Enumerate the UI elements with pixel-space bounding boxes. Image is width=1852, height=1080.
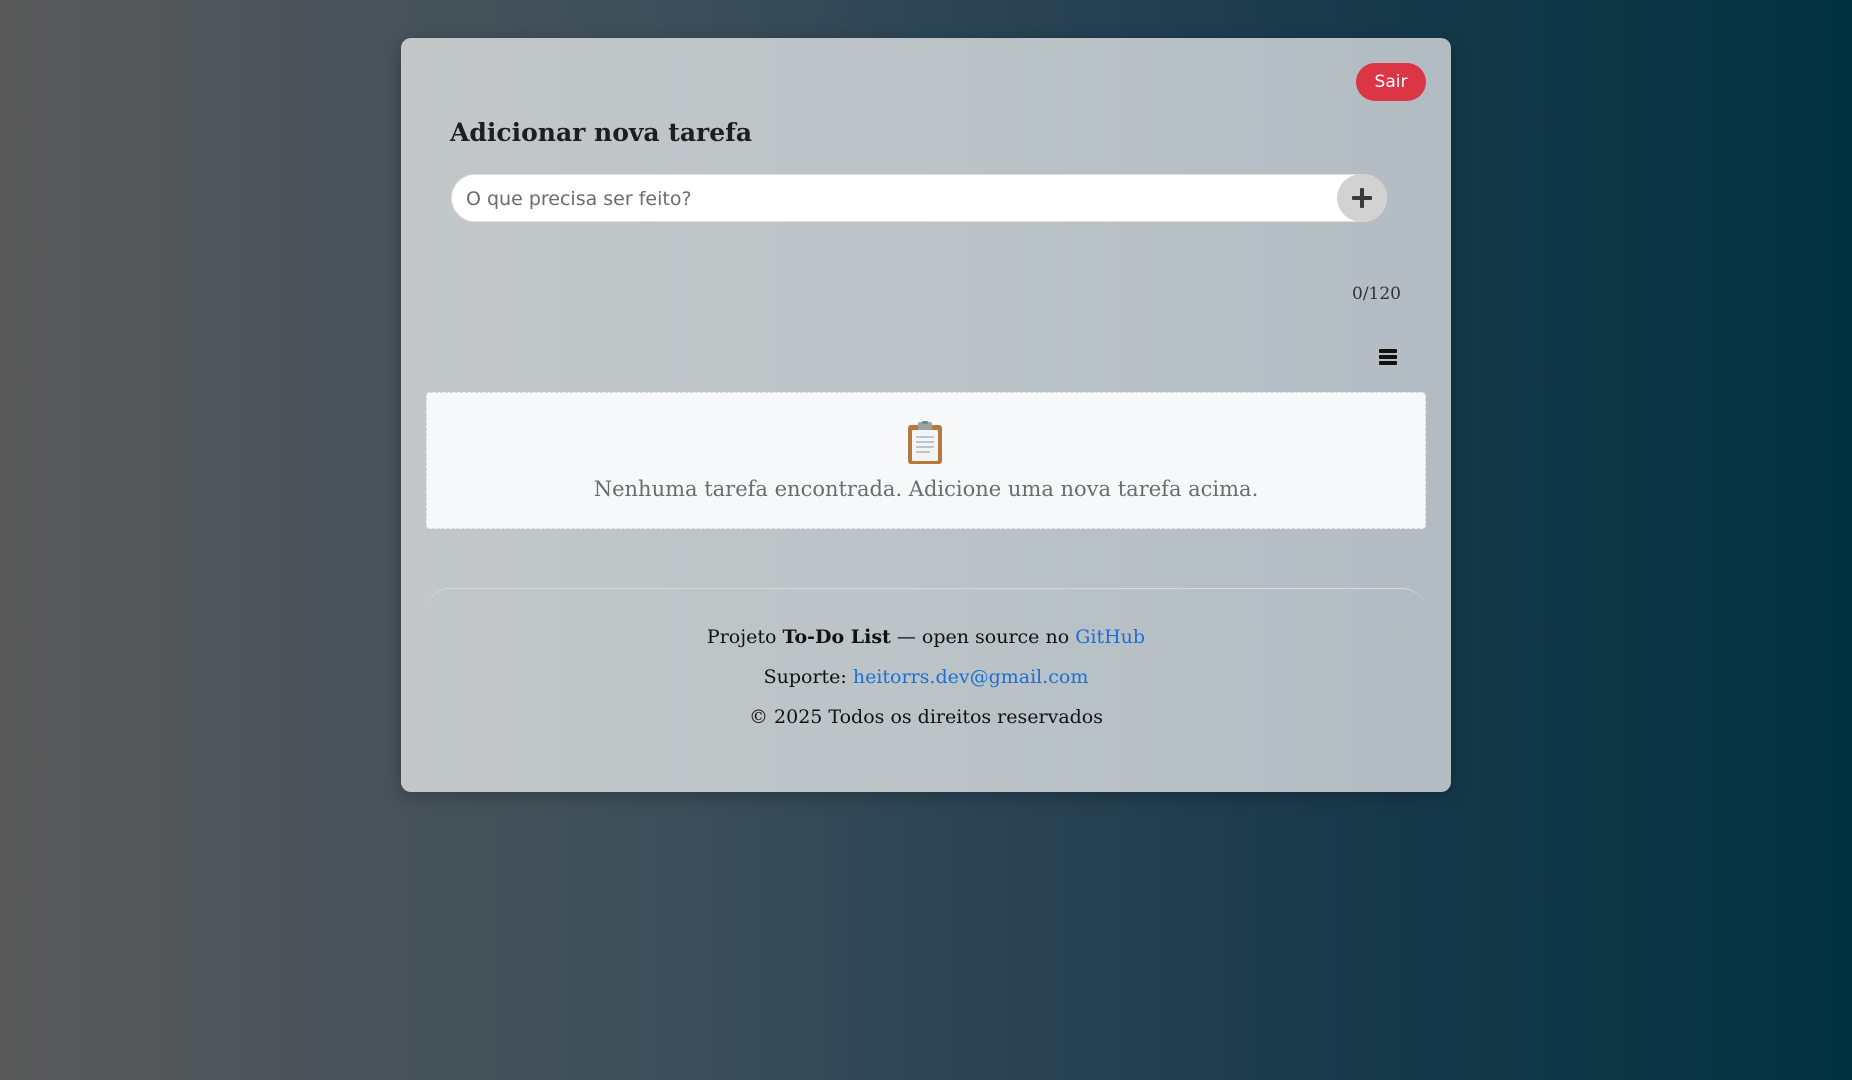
add-task-button[interactable] — [1337, 174, 1387, 222]
footer-support-line: Suporte: heitorrs.dev@gmail.com — [426, 666, 1426, 688]
footer-project-middle: — open source no — [896, 626, 1070, 648]
plus-icon — [1352, 188, 1372, 208]
task-input[interactable] — [464, 175, 1328, 223]
menu-button[interactable] — [1379, 349, 1397, 365]
footer-support-prefix: Suporte: — [763, 666, 847, 688]
empty-state: Nenhuma tarefa encontrada. Adicione uma … — [426, 392, 1426, 529]
add-task-form — [451, 174, 1387, 223]
github-link[interactable]: GitHub — [1075, 626, 1145, 648]
menu-icon-bar — [1379, 349, 1397, 353]
menu-icon-bar — [1379, 361, 1397, 365]
todo-card: Sair Adicionar nova tarefa 0/120 Nenhuma… — [401, 38, 1451, 792]
char-counter: 0/120 — [1352, 284, 1401, 304]
menu-icon-bar — [1379, 355, 1397, 359]
empty-message: Nenhuma tarefa encontrada. Adicione uma … — [593, 477, 1259, 501]
clipboard-icon — [908, 421, 942, 464]
footer: Projeto To-Do List — open source no GitH… — [426, 588, 1426, 739]
logout-button[interactable]: Sair — [1356, 63, 1426, 101]
footer-project-name: To-Do List — [782, 626, 891, 648]
footer-project-line: Projeto To-Do List — open source no GitH… — [426, 626, 1426, 648]
support-email-link[interactable]: heitorrs.dev@gmail.com — [853, 666, 1089, 688]
footer-project-prefix: Projeto — [706, 626, 777, 648]
footer-copyright: © 2025 Todos os direitos reservados — [748, 706, 1103, 728]
add-task-title: Adicionar nova tarefa — [450, 118, 753, 147]
